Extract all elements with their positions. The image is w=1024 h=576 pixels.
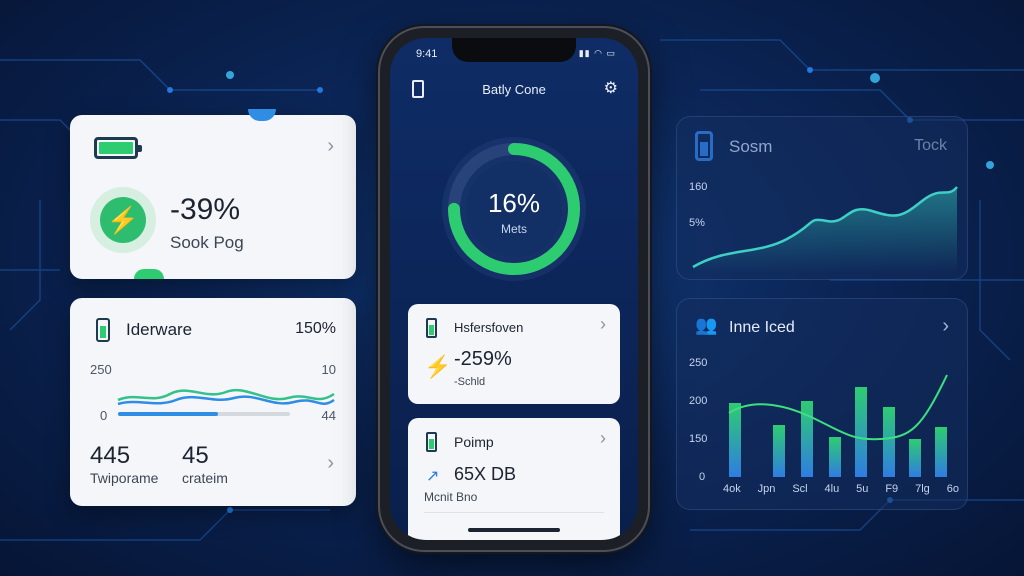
x-axis-label: 4ok bbox=[723, 483, 741, 495]
hardware-usage-card[interactable]: Iderware 150% 250 0 10 44 445 Twiporame … bbox=[70, 298, 356, 506]
charging-icon: ⚡ bbox=[90, 187, 156, 253]
battery-icon bbox=[94, 137, 142, 159]
card-title: Sosm bbox=[729, 137, 773, 156]
axis-label: 250 bbox=[90, 362, 112, 377]
indicator-dot-top bbox=[248, 109, 276, 121]
x-axis-label: F9 bbox=[885, 483, 899, 495]
status-time: 9:41 bbox=[416, 48, 438, 60]
chevron-right-icon[interactable]: › bbox=[942, 315, 949, 338]
axis-label: 0 bbox=[100, 408, 108, 423]
bar bbox=[829, 437, 841, 477]
card-title: Hsfersfoven bbox=[454, 320, 524, 335]
divider bbox=[424, 512, 604, 513]
home-indicator bbox=[468, 528, 560, 532]
y-axis-label: 250 bbox=[689, 357, 708, 369]
phone-card-pump[interactable]: Poimp › ↗ 65X DB Mcnit Bno bbox=[408, 418, 620, 540]
battery-status-label: Sook Pog bbox=[170, 233, 244, 252]
x-axis-label: Scl bbox=[792, 483, 808, 495]
bar bbox=[773, 425, 785, 477]
chevron-right-icon[interactable]: › bbox=[327, 452, 334, 475]
trend-line-chart bbox=[692, 186, 958, 273]
x-axis-label: 7lg bbox=[915, 483, 930, 495]
ring-value: 16% bbox=[487, 188, 541, 218]
card-value: 65X DB bbox=[454, 464, 517, 484]
phone-card-discharge[interactable]: Hsfersfoven › ⚡ -259% -Schld bbox=[408, 304, 620, 404]
screen-title: Batly Cone bbox=[482, 82, 546, 97]
x-axis-label: 5u bbox=[856, 483, 869, 495]
chevron-right-icon[interactable]: › bbox=[600, 428, 606, 449]
indicator-dot-bottom bbox=[134, 269, 164, 279]
y-axis-label: 0 bbox=[699, 471, 706, 483]
battery-change-value: -39% bbox=[170, 193, 241, 226]
x-axis-label: 6o bbox=[946, 483, 959, 495]
y-axis-label: 200 bbox=[689, 395, 708, 407]
status-icons: ▮▮ ◠ ▭ bbox=[578, 48, 616, 58]
stat-value: 45 bbox=[182, 442, 209, 469]
stat-label: Twiporame bbox=[90, 470, 159, 486]
x-axis-label: Jpn bbox=[757, 483, 776, 495]
card-action[interactable]: Tock bbox=[914, 137, 947, 155]
battery-small-icon bbox=[96, 318, 110, 342]
charging-bolt-icon: ⚡ bbox=[424, 354, 452, 379]
stat-value: 445 bbox=[90, 442, 131, 469]
battery-blue-icon bbox=[695, 131, 713, 161]
battery-small-icon bbox=[426, 318, 437, 338]
card-sub: -Schld bbox=[454, 376, 486, 388]
card-title: Inne Iced bbox=[729, 319, 795, 336]
y-axis-label: 150 bbox=[689, 433, 708, 445]
phone-notch bbox=[452, 38, 576, 62]
trend-chart-card[interactable]: Sosm Tock 160 5% bbox=[676, 116, 968, 280]
bar bbox=[729, 403, 741, 477]
battery-summary-card[interactable]: › ⚡ -39% Sook Pog bbox=[70, 109, 356, 279]
bar bbox=[909, 439, 921, 477]
usage-percent: 150% bbox=[295, 320, 336, 337]
bar bbox=[883, 407, 895, 477]
card-title: Poimp bbox=[454, 434, 494, 450]
x-axis-label: 4lu bbox=[824, 483, 840, 495]
card-value: -259% bbox=[454, 348, 512, 370]
settings-gear-icon[interactable]: ⚙ bbox=[604, 78, 618, 98]
bar-chart bbox=[728, 374, 948, 477]
trend-arrow-icon: ↗ bbox=[426, 468, 440, 485]
stat-label: crateim bbox=[182, 470, 228, 486]
chevron-right-icon[interactable]: › bbox=[327, 135, 334, 158]
phone-mockup: 9:41 ▮▮ ◠ ▭ Batly Cone ⚙ 16% Mets Hsfers… bbox=[380, 28, 648, 550]
bar bbox=[935, 427, 947, 477]
phone-screen: 9:41 ▮▮ ◠ ▭ Batly Cone ⚙ 16% Mets Hsfers… bbox=[390, 38, 638, 540]
users-icon: 👥 bbox=[695, 315, 718, 335]
chevron-right-icon[interactable]: › bbox=[600, 314, 606, 335]
bar bbox=[855, 387, 867, 477]
battery-small-icon bbox=[426, 432, 437, 452]
ring-label: Mets bbox=[500, 222, 527, 236]
card-title: Iderware bbox=[126, 320, 193, 339]
card-sub: Mcnit Bno bbox=[424, 490, 478, 504]
x-axis-labels: 4ok Jpn Scl 4lu 5u F9 7lg 6o bbox=[723, 483, 959, 495]
bar-chart-card[interactable]: 👥 Inne Iced › 250 200 150 0 4ok Jpn Scl … bbox=[676, 298, 968, 510]
usage-wave-chart bbox=[117, 388, 335, 416]
